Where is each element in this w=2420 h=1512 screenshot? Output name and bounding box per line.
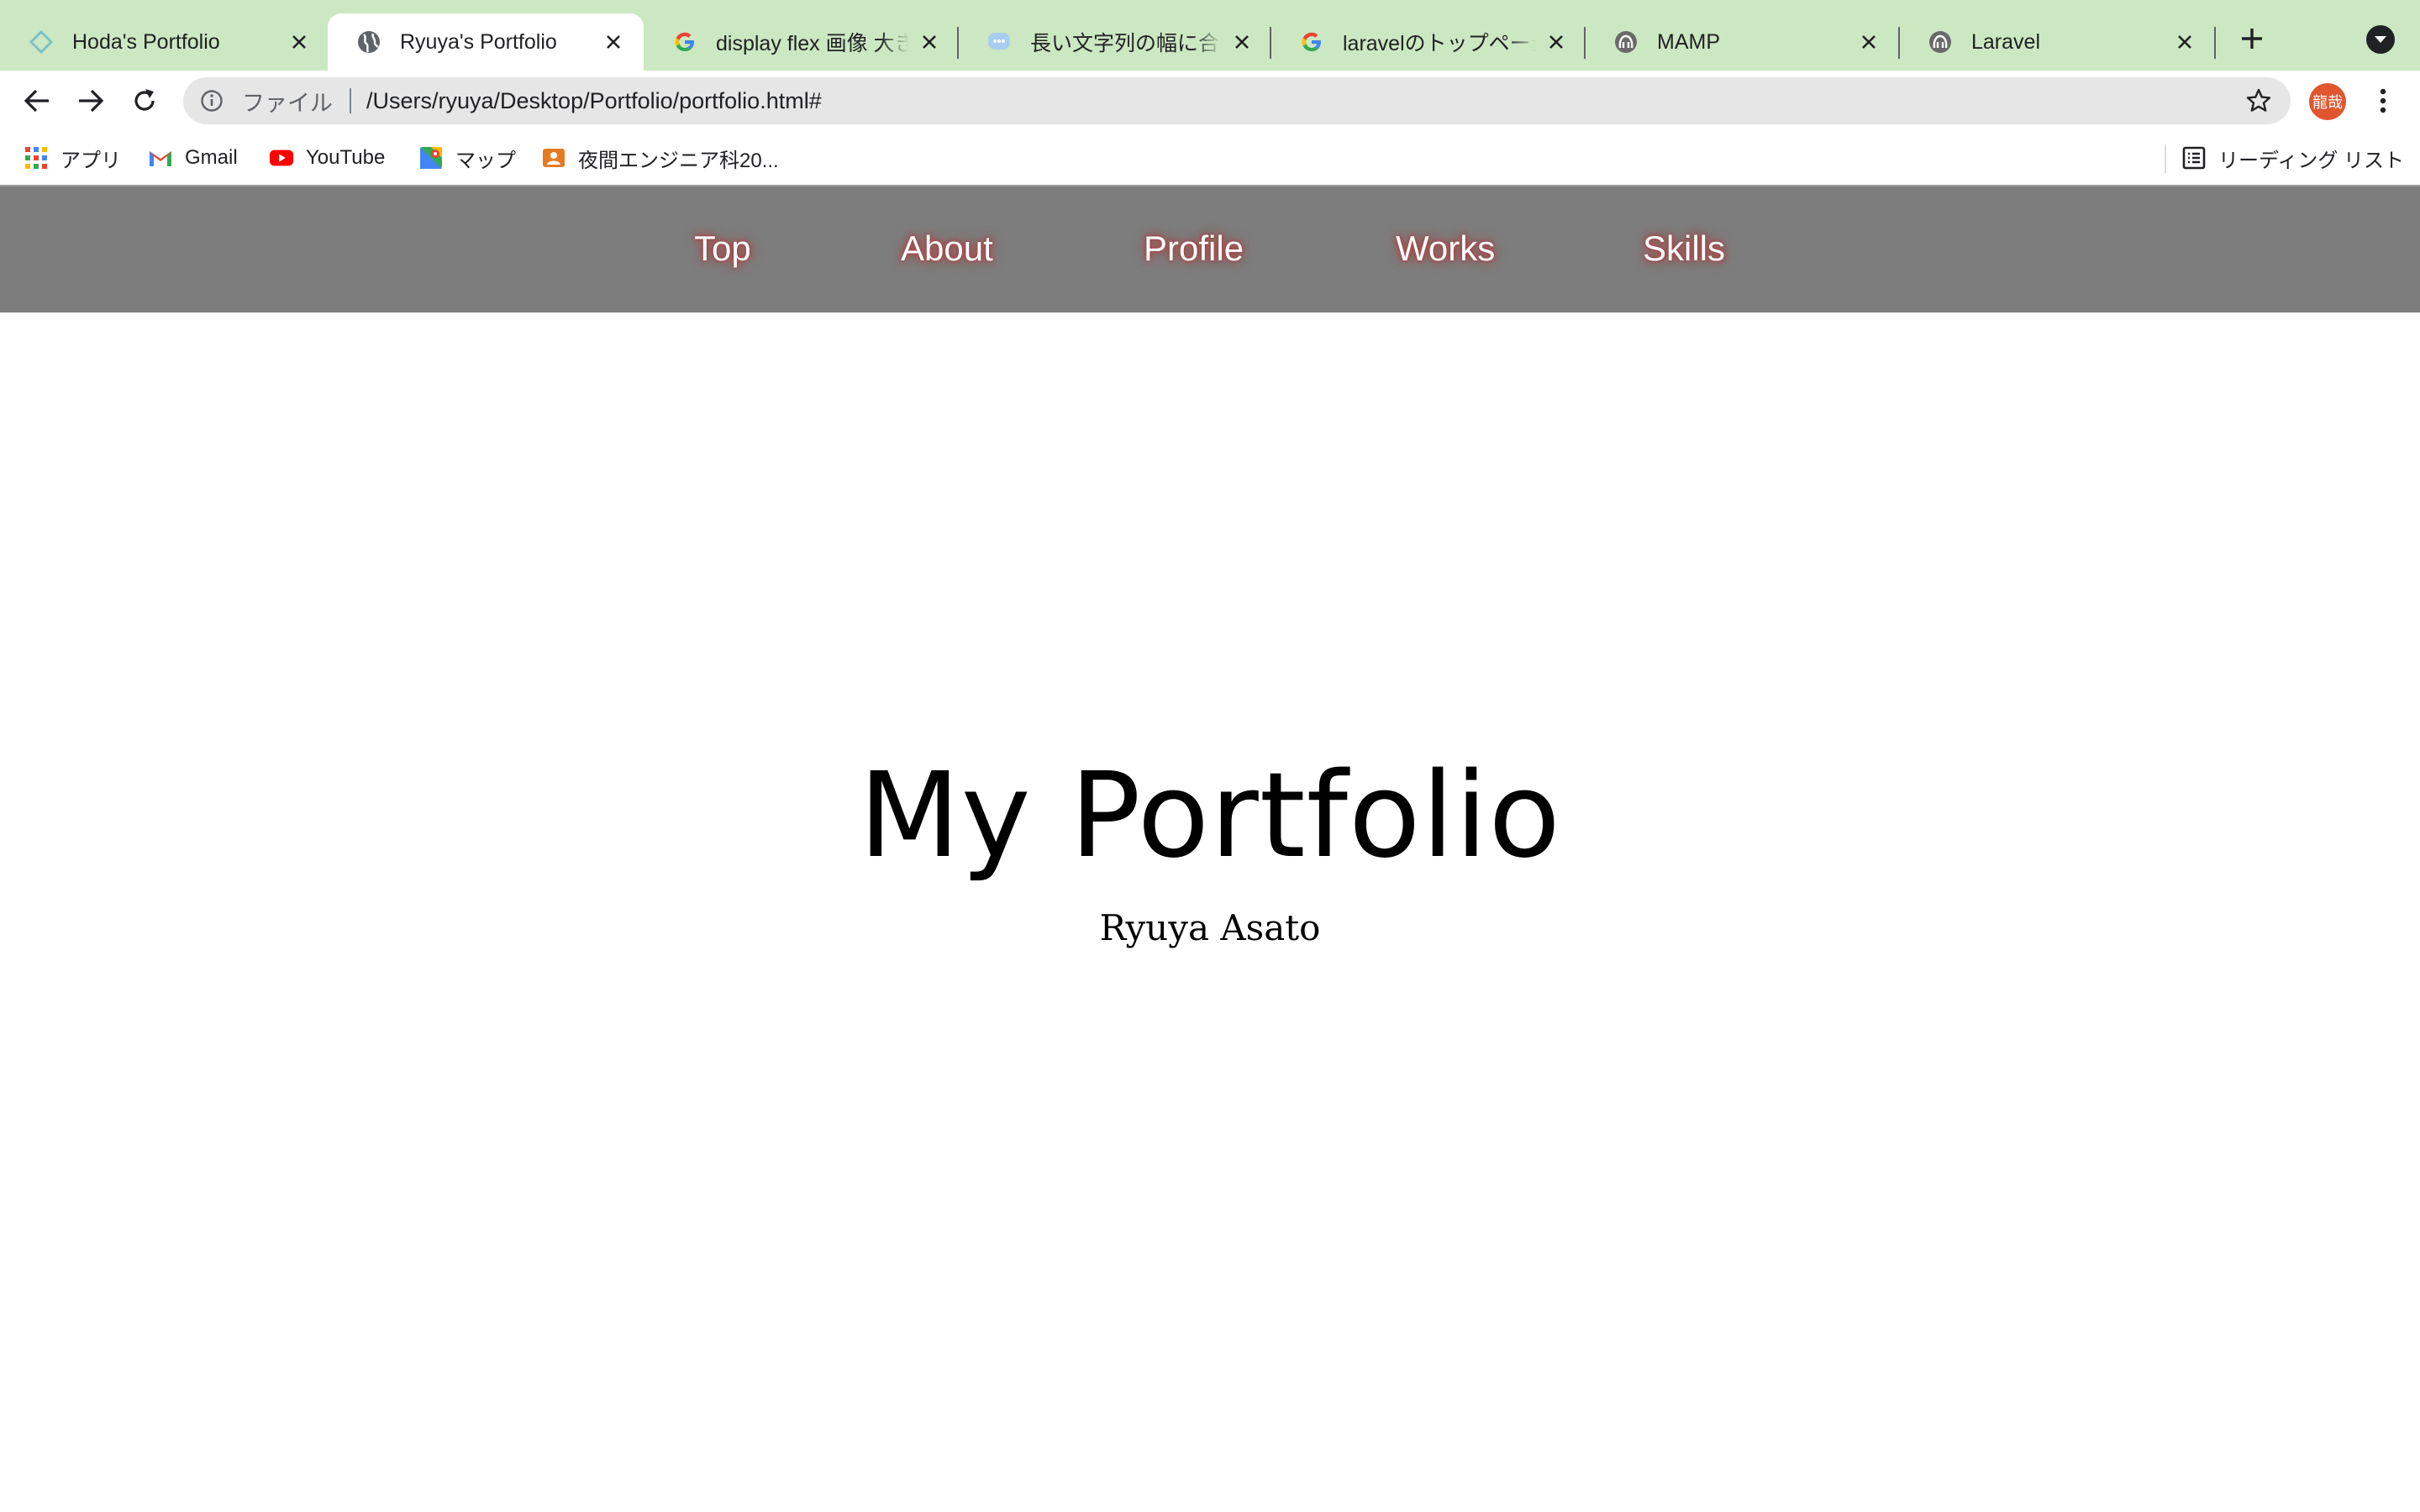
profile-avatar[interactable]: 龍哉 [2309,83,2346,120]
kebab-menu-icon [2380,88,2386,113]
tab-title: Ryuya's Portfolio [400,29,557,54]
author-name: Ryuya Asato [1099,907,1321,948]
tab-title: laravelのトップページ [1343,32,1536,55]
globe-icon [356,29,381,55]
youtube-icon [269,145,294,171]
bookmark-apps[interactable]: アプリ [24,143,121,173]
bookmark-star-icon[interactable] [2244,86,2274,116]
bookmark-label: Gmail [185,146,238,169]
tab-display-flex[interactable]: display flex 画像 大きさ [644,13,960,71]
tab-hodas-portfolio[interactable]: Hoda's Portfolio [0,13,329,71]
reload-icon [134,89,155,111]
bookmark-maps[interactable]: マップ [418,143,516,173]
arrow-left-icon [24,89,49,113]
bookmark-night-engineering[interactable]: 夜間エンジニア科20... [541,143,779,173]
diamond-icon [29,29,54,55]
tab-long-string[interactable]: 長い文字列の幅に合わせ [958,13,1272,71]
tab-title: Laravel [1971,29,2040,54]
nav-link-works[interactable]: Works [1396,223,1495,274]
close-icon[interactable] [2173,30,2196,54]
nav-link-skills[interactable]: Skills [1643,223,1725,274]
plus-icon [2242,29,2262,49]
bookmark-label: YouTube [306,146,386,169]
site-nav: Top About Profile Works Skills [0,185,2420,312]
bookmark-label: 夜間エンジニア科20... [578,149,779,172]
contact-icon [541,145,566,171]
bookmark-label: マップ [455,149,516,172]
arrow-right-icon [79,89,104,113]
nav-link-about[interactable]: About [901,223,993,274]
info-icon[interactable] [198,87,225,114]
close-icon[interactable] [1544,30,1568,54]
apps-grid-icon [24,145,49,171]
tab-strip: Hoda's Portfolio Ryuya's Portfolio displ… [0,0,2420,71]
nav-link-top[interactable]: Top [694,223,751,274]
reading-list-button[interactable]: リーディング リスト [2181,143,2404,173]
close-icon[interactable] [602,30,625,54]
google-icon [1299,29,1324,55]
google-icon [672,29,697,55]
gmail-icon [148,145,173,171]
tab-separator [2214,27,2216,59]
chat-icon [986,29,1012,55]
tab-title: 長い文字列の幅に合わせ [1030,32,1222,55]
scheme-label: ファイル [242,90,333,116]
tab-title: MAMP [1657,29,1720,54]
tab-laravel[interactable]: Laravel [1899,13,2215,71]
tab-title: display flex 画像 大きさ [716,32,909,55]
browser-toolbar: ファイル /Users/ryuya/Desktop/Portfolio/port… [0,71,2420,131]
maps-icon [418,145,444,171]
tab-mamp[interactable]: MAMP [1585,13,1899,71]
address-bar[interactable]: ファイル /Users/ryuya/Desktop/Portfolio/port… [183,77,2291,124]
close-icon[interactable] [1230,30,1254,54]
bookmarks-divider [2165,144,2166,173]
omnibox-divider [350,88,351,113]
new-tab-button[interactable] [2235,22,2269,55]
close-icon[interactable] [287,30,311,54]
url-text[interactable]: /Users/ryuya/Desktop/Portfolio/portfolio… [366,88,822,114]
bookmarks-bar: アプリ Gmail YouTube マップ 夜間エンジニア科20... リーディ… [0,131,2420,185]
tab-ryuyas-portfolio[interactable]: Ryuya's Portfolio [328,13,644,71]
tab-laravel-top[interactable]: laravelのトップページ [1270,13,1586,71]
elephant-icon [1613,29,1639,55]
more-menu-button[interactable] [2368,82,2398,119]
close-icon[interactable] [918,30,941,54]
elephant-icon [1928,29,1953,55]
page-title: My Portfolio [858,748,1562,885]
tab-search-button[interactable] [2366,25,2395,54]
reading-list-label: リーディング リスト [2218,149,2404,172]
reading-list-icon [2181,145,2207,171]
close-icon[interactable] [1857,30,1881,54]
nav-link-profile[interactable]: Profile [1144,223,1244,274]
reload-button[interactable] [126,82,163,119]
bookmark-label: アプリ [60,149,121,172]
bookmark-gmail[interactable]: Gmail [148,143,238,173]
back-button[interactable] [18,82,55,119]
chevron-down-icon [2375,36,2386,43]
forward-button[interactable] [72,82,109,119]
tab-title: Hoda's Portfolio [72,29,220,54]
bookmark-youtube[interactable]: YouTube [269,143,385,173]
